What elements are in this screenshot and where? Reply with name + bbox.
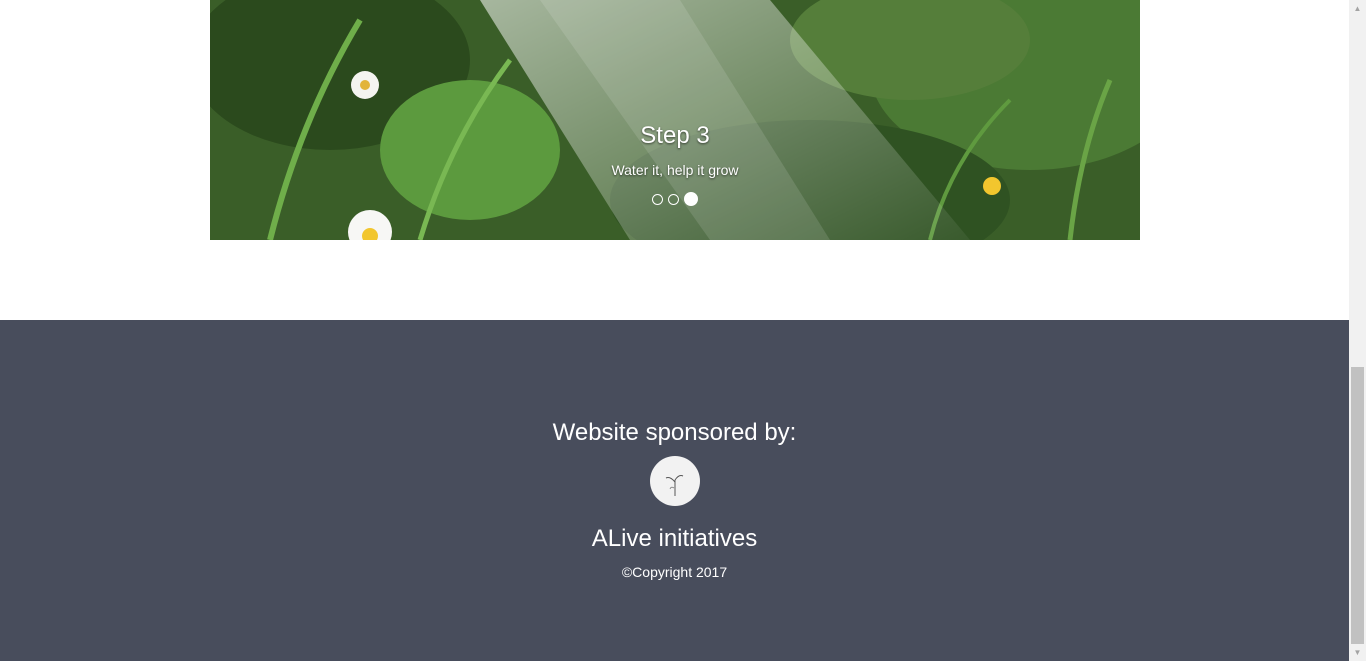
triangle-down-icon[interactable]: ▼ (1349, 644, 1366, 661)
vertical-scrollbar[interactable]: ▲ ▼ (1349, 0, 1366, 661)
footer: Website sponsored by: ALive initiatives … (0, 320, 1349, 661)
triangle-up-icon[interactable]: ▲ (1349, 0, 1366, 17)
sprout-icon (665, 475, 684, 496)
indicator-slide-1[interactable] (652, 193, 663, 205)
scrollbar-thumb[interactable] (1351, 367, 1364, 644)
indicator-slide-3[interactable] (684, 192, 698, 206)
sponsor-logo (650, 456, 700, 506)
slide-text: Water it, help it grow (611, 162, 739, 178)
carousel-indicators (210, 192, 1140, 206)
sponsor-name: ALive initiatives (591, 525, 758, 552)
copyright-text: ©Copyright 2017 (621, 564, 728, 580)
page: Step 3 Water it, help it grow Website sp… (0, 0, 1366, 661)
sponsor-heading: Website sponsored by: (552, 419, 797, 446)
indicator-slide-2[interactable] (668, 193, 679, 205)
carousel[interactable]: Step 3 Water it, help it grow (210, 0, 1140, 240)
main-content: Step 3 Water it, help it grow Website sp… (0, 0, 1349, 661)
slide-title: Step 3 (640, 122, 710, 149)
